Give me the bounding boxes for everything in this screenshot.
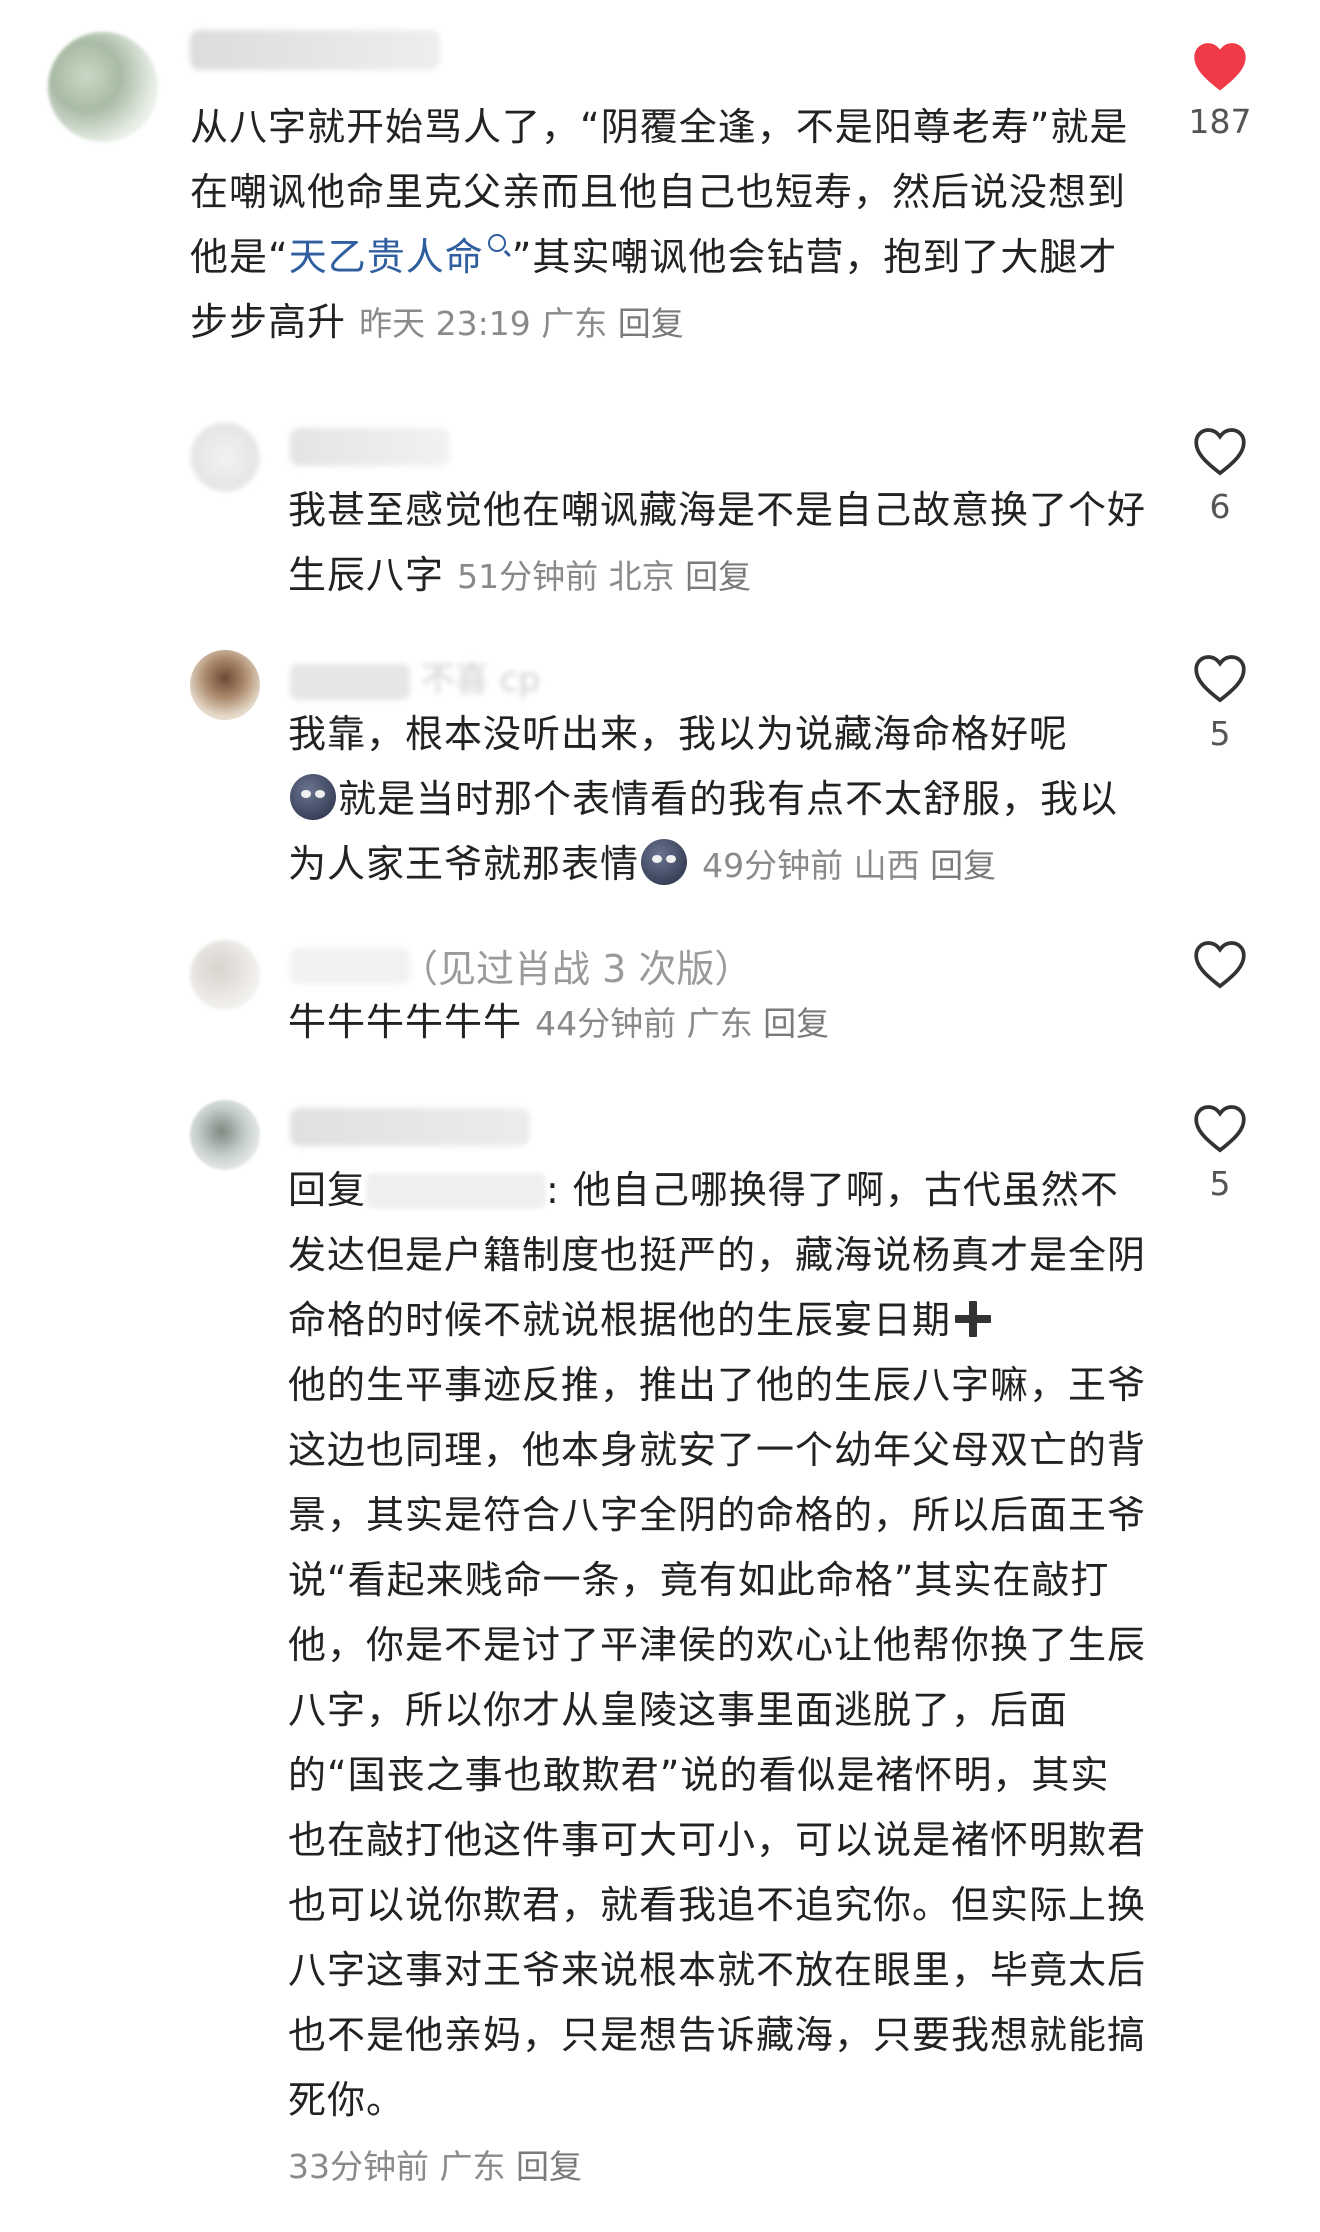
comment-location: 广东: [541, 304, 608, 343]
like-area: 6: [1170, 425, 1270, 526]
reply-button[interactable]: 回复: [618, 304, 684, 343]
search-icon: [487, 234, 506, 252]
topic-link[interactable]: 天乙贵人命: [289, 235, 484, 279]
comment-meta: 33分钟前 广东 回复: [288, 2147, 582, 2186]
reply-prefix: 回复: [288, 1168, 367, 1212]
heart-outline-icon[interactable]: [1192, 1102, 1248, 1154]
heart-outline-icon[interactable]: [1192, 425, 1248, 477]
plus-icon: [955, 1301, 992, 1337]
avatar[interactable]: [190, 1100, 260, 1170]
username-suffix: （见过肖战 3 次版）: [400, 947, 753, 991]
comment-text: 牛牛牛牛牛牛 44分钟前 广东 回复: [288, 990, 1148, 1056]
username-visible-part: 不喜 cp: [420, 660, 540, 700]
avatar[interactable]: [190, 940, 260, 1010]
like-count: 5: [1209, 1164, 1231, 1203]
comment-meta: 昨天 23:19 广东 回复: [359, 304, 684, 343]
reply-button[interactable]: 回复: [763, 1004, 829, 1043]
like-area: 5: [1170, 1102, 1270, 1203]
username-blurred[interactable]: 不喜 cp: [290, 652, 630, 700]
avatar[interactable]: [190, 422, 260, 492]
username-blurred[interactable]: [190, 30, 440, 70]
comment-meta: 49分钟前 山西 回复: [702, 846, 996, 885]
comment-time: 49分钟前: [702, 846, 844, 885]
sunglasses-emoji-icon: [641, 839, 688, 885]
comment-text: 回复: 他自己哪换得了啊，古代虽然不发达但是户籍制度也挺严的，藏海说杨真才是全阴…: [288, 1158, 1148, 2199]
sunglasses-emoji-icon: [290, 774, 336, 820]
reply-button[interactable]: 回复: [685, 557, 751, 596]
reply-button[interactable]: 回复: [516, 2147, 582, 2186]
comment-body-1: 我靠，根本没听出来，我以为说藏海命格好呢: [288, 712, 1069, 756]
comment-location: 山西: [853, 846, 920, 885]
comment-time: 33分钟前: [288, 2147, 429, 2186]
username-blurred[interactable]: [290, 1108, 530, 1146]
heart-outline-icon[interactable]: [1192, 938, 1248, 990]
heart-outline-icon[interactable]: [1192, 652, 1248, 704]
like-count: 187: [1188, 102, 1252, 141]
comment-time: 昨天 23:19: [359, 304, 531, 343]
username-blurred[interactable]: [290, 428, 450, 466]
heart-filled-icon[interactable]: [1192, 40, 1248, 92]
comment-body: 牛牛牛牛牛牛: [288, 1000, 523, 1044]
comment-location: 广东: [686, 1004, 753, 1043]
reply-target-blurred[interactable]: [366, 1173, 547, 1209]
avatar[interactable]: [190, 650, 260, 720]
like-count: 5: [1209, 714, 1231, 753]
comment-meta: 44分钟前 广东 回复: [535, 1004, 829, 1043]
comment-time: 51分钟前: [457, 557, 599, 596]
like-area: 5: [1170, 652, 1270, 753]
like-count: 6: [1209, 487, 1231, 526]
avatar[interactable]: [48, 32, 158, 142]
like-area: [1170, 938, 1270, 1000]
comment-body-2: 他的生平事迹反推，推出了他的生辰八字嘛，王爷这边也同理，他本身就安了一个幼年父母…: [288, 1363, 1147, 2122]
like-area: 187: [1170, 40, 1270, 141]
comment-text: 从八字就开始骂人了，“阴覆全逢，不是阳尊老寿”就是在嘲讽他命里克父亲而且他自己也…: [190, 95, 1150, 356]
comment-meta: 51分钟前 北京 回复: [457, 557, 751, 596]
comment-text: 我甚至感觉他在嘲讽藏海是不是自己故意换了个好生辰八字 51分钟前 北京 回复: [288, 478, 1148, 609]
comment-location: 广东: [439, 2147, 506, 2186]
username-blurred[interactable]: [290, 948, 410, 984]
comment-text: 我靠，根本没听出来，我以为说藏海命格好呢 就是当时那个表情看的我有点不太舒服，我…: [288, 702, 1148, 898]
comment-location: 北京: [608, 557, 675, 596]
reply-button[interactable]: 回复: [930, 846, 996, 885]
comment-time: 44分钟前: [535, 1004, 677, 1043]
